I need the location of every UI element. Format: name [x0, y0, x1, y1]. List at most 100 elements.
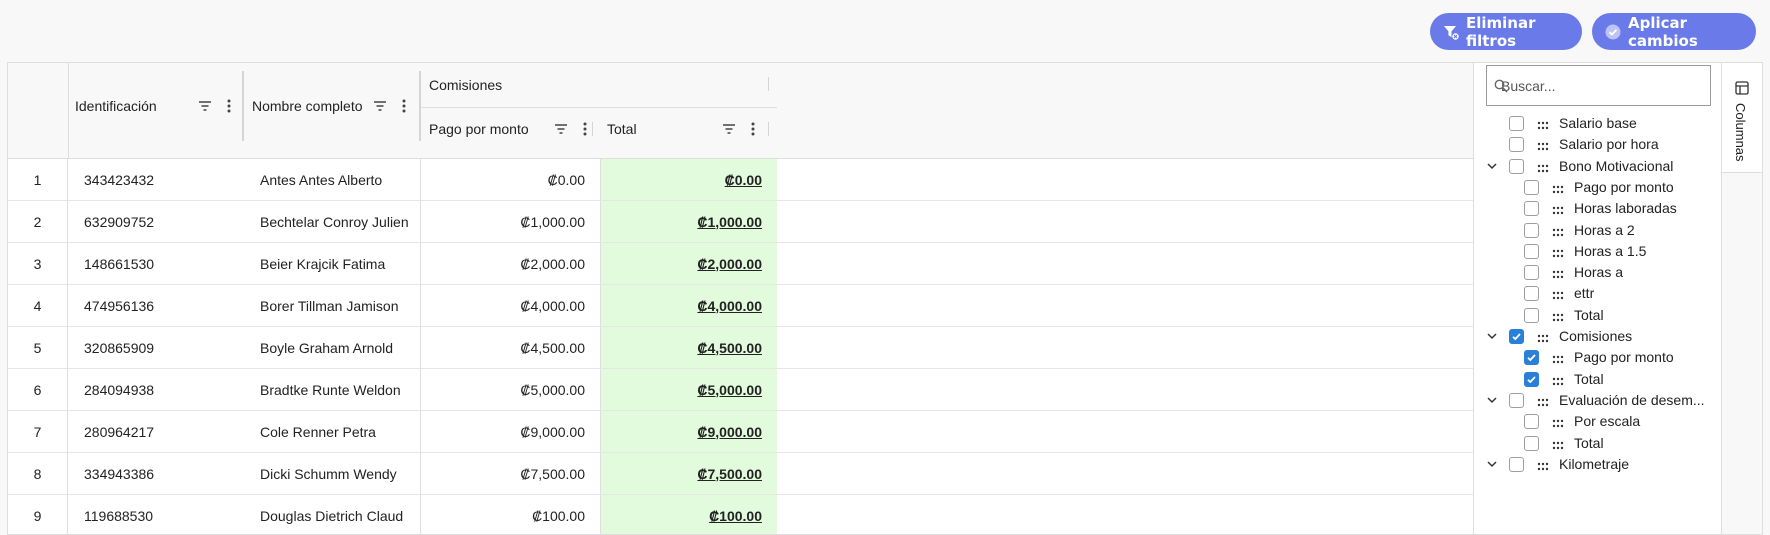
drag-handle-icon[interactable]: [1537, 459, 1549, 470]
cell-pago[interactable]: ₡7,500.00: [421, 453, 601, 494]
column-toggle-item[interactable]: Pago por monto: [1474, 177, 1722, 198]
cell-total[interactable]: ₡4,500.00: [601, 327, 777, 368]
column-toggle-item[interactable]: Bono Motivacional: [1474, 156, 1722, 177]
chevron-down-icon[interactable]: [1486, 458, 1498, 470]
drag-handle-icon[interactable]: [1552, 246, 1564, 257]
column-checkbox[interactable]: [1524, 243, 1539, 259]
column-header-id[interactable]: Identificación: [75, 63, 245, 149]
column-toggle-item[interactable]: Por escala: [1474, 411, 1722, 432]
drag-handle-icon[interactable]: [1537, 118, 1549, 130]
drag-handle-icon[interactable]: [1537, 395, 1549, 407]
row-number[interactable]: 3: [8, 243, 68, 284]
cell-pago[interactable]: ₡100.00: [421, 495, 601, 534]
column-toggle-item[interactable]: Horas a 2: [1474, 220, 1722, 241]
cell-id[interactable]: 474956136: [69, 285, 245, 326]
column-checkbox[interactable]: [1524, 265, 1539, 281]
apply-changes-button[interactable]: Aplicar cambios: [1592, 13, 1756, 50]
cell-name[interactable]: Boyle Graham Arnold: [245, 327, 421, 368]
cell-name[interactable]: Douglas Dietrich Claud: [245, 495, 421, 534]
column-checkbox[interactable]: [1524, 307, 1539, 323]
drag-handle-icon[interactable]: [1552, 267, 1564, 279]
row-number[interactable]: 5: [8, 327, 68, 368]
column-menu-icon[interactable]: [396, 98, 412, 114]
filter-icon[interactable]: [721, 121, 737, 137]
cell-pago[interactable]: ₡4,500.00: [421, 327, 601, 368]
cell-total[interactable]: ₡7,500.00: [601, 453, 777, 494]
drag-handle-icon[interactable]: [1552, 310, 1564, 321]
column-toggle-item[interactable]: Horas laboradas: [1474, 198, 1722, 219]
column-checkbox[interactable]: [1509, 116, 1524, 131]
cell-total[interactable]: ₡9,000.00: [601, 411, 777, 452]
chevron-down-icon[interactable]: [1486, 160, 1498, 172]
column-checkbox[interactable]: [1524, 222, 1539, 238]
column-toggle-item[interactable]: Horas a: [1474, 262, 1722, 283]
cell-pago[interactable]: ₡0.00: [421, 159, 601, 200]
table-row[interactable]: 2 632909752 Bechtelar Conroy Julien ₡1,000.…: [8, 201, 1473, 243]
filter-icon[interactable]: [197, 98, 213, 114]
drag-handle-icon[interactable]: [1552, 203, 1564, 215]
row-number[interactable]: 1: [8, 159, 68, 200]
cell-name[interactable]: Dicki Schumm Wendy: [245, 453, 421, 494]
table-row[interactable]: 1 343423432 Antes Antes Alberto ₡0.00 ₡0.00: [8, 159, 1473, 201]
column-toggle-item[interactable]: Horas a 1.5: [1474, 241, 1722, 262]
filter-icon[interactable]: [553, 121, 569, 137]
drag-handle-icon[interactable]: [1552, 352, 1564, 364]
column-resize-handle[interactable]: [768, 77, 769, 91]
column-menu-icon[interactable]: [221, 98, 237, 114]
clear-filters-button[interactable]: Eliminar filtros: [1430, 13, 1582, 50]
column-checkbox[interactable]: [1509, 158, 1524, 174]
cell-name[interactable]: Antes Antes Alberto: [245, 159, 421, 200]
table-row[interactable]: 8 334943386 Dicki Schumm Wendy ₡7,500.00 ₡7,…: [8, 453, 1473, 495]
column-toggle-item[interactable]: Total: [1474, 305, 1722, 326]
filter-icon[interactable]: [372, 98, 388, 114]
table-row[interactable]: 7 280964217 Cole Renner Petra ₡9,000.00 ₡9,0…: [8, 411, 1473, 453]
column-toggle-item[interactable]: Total: [1474, 369, 1722, 390]
cell-total[interactable]: ₡2,000.00: [601, 243, 777, 284]
cell-total[interactable]: ₡0.00: [601, 159, 777, 200]
cell-id[interactable]: 343423432: [69, 159, 245, 200]
row-number[interactable]: 4: [8, 285, 68, 326]
table-row[interactable]: 6 284094938 Bradtke Runte Weldon ₡5,000.00 ₡…: [8, 369, 1473, 411]
tab-columns[interactable]: Columnas: [1722, 63, 1762, 173]
cell-pago[interactable]: ₡5,000.00: [421, 369, 601, 410]
column-checkbox[interactable]: [1509, 392, 1524, 408]
cell-total[interactable]: ₡1,000.00: [601, 201, 777, 242]
cell-total[interactable]: ₡100.00: [601, 495, 777, 534]
column-group-comisiones[interactable]: Comisiones: [429, 63, 769, 107]
column-checkbox[interactable]: [1509, 137, 1524, 153]
column-toggle-item[interactable]: Total: [1474, 433, 1722, 454]
chevron-down-icon[interactable]: [1486, 394, 1498, 406]
cell-total[interactable]: ₡5,000.00: [601, 369, 777, 410]
cell-id[interactable]: 334943386: [69, 453, 245, 494]
column-checkbox[interactable]: [1524, 435, 1539, 451]
drag-handle-icon[interactable]: [1537, 139, 1549, 151]
cell-pago[interactable]: ₡4,000.00: [421, 285, 601, 326]
column-toggle-item[interactable]: Kilometraje: [1474, 454, 1722, 475]
column-toggle-item[interactable]: Evaluación de desem...: [1474, 390, 1722, 411]
drag-handle-icon[interactable]: [1552, 288, 1564, 300]
cell-id[interactable]: 119688530: [69, 495, 245, 534]
column-header-name[interactable]: Nombre completo: [252, 63, 420, 149]
drag-handle-icon[interactable]: [1552, 438, 1564, 449]
row-number[interactable]: 7: [8, 411, 68, 452]
cell-total[interactable]: ₡4,000.00: [601, 285, 777, 326]
drag-handle-icon[interactable]: [1552, 182, 1564, 194]
column-checkbox[interactable]: [1509, 456, 1524, 472]
column-toggle-item[interactable]: Pago por monto: [1474, 347, 1722, 368]
column-resize-handle[interactable]: [419, 71, 421, 141]
drag-handle-icon[interactable]: [1537, 331, 1549, 343]
column-header-pago[interactable]: Pago por monto: [429, 107, 601, 151]
cell-name[interactable]: Borer Tillman Jamison: [245, 285, 421, 326]
column-checkbox[interactable]: [1524, 179, 1539, 195]
cell-pago[interactable]: ₡2,000.00: [421, 243, 601, 284]
column-resize-handle[interactable]: [592, 122, 593, 136]
row-number[interactable]: 2: [8, 201, 68, 242]
cell-pago[interactable]: ₡9,000.00: [421, 411, 601, 452]
table-row[interactable]: 4 474956136 Borer Tillman Jamison ₡4,000.00…: [8, 285, 1473, 327]
column-toggle-item[interactable]: Comisiones: [1474, 326, 1722, 347]
cell-name[interactable]: Cole Renner Petra: [245, 411, 421, 452]
cell-id[interactable]: 320865909: [69, 327, 245, 368]
column-checkbox[interactable]: [1524, 286, 1539, 302]
column-checkbox[interactable]: [1524, 371, 1539, 387]
column-menu-icon[interactable]: [577, 121, 593, 137]
